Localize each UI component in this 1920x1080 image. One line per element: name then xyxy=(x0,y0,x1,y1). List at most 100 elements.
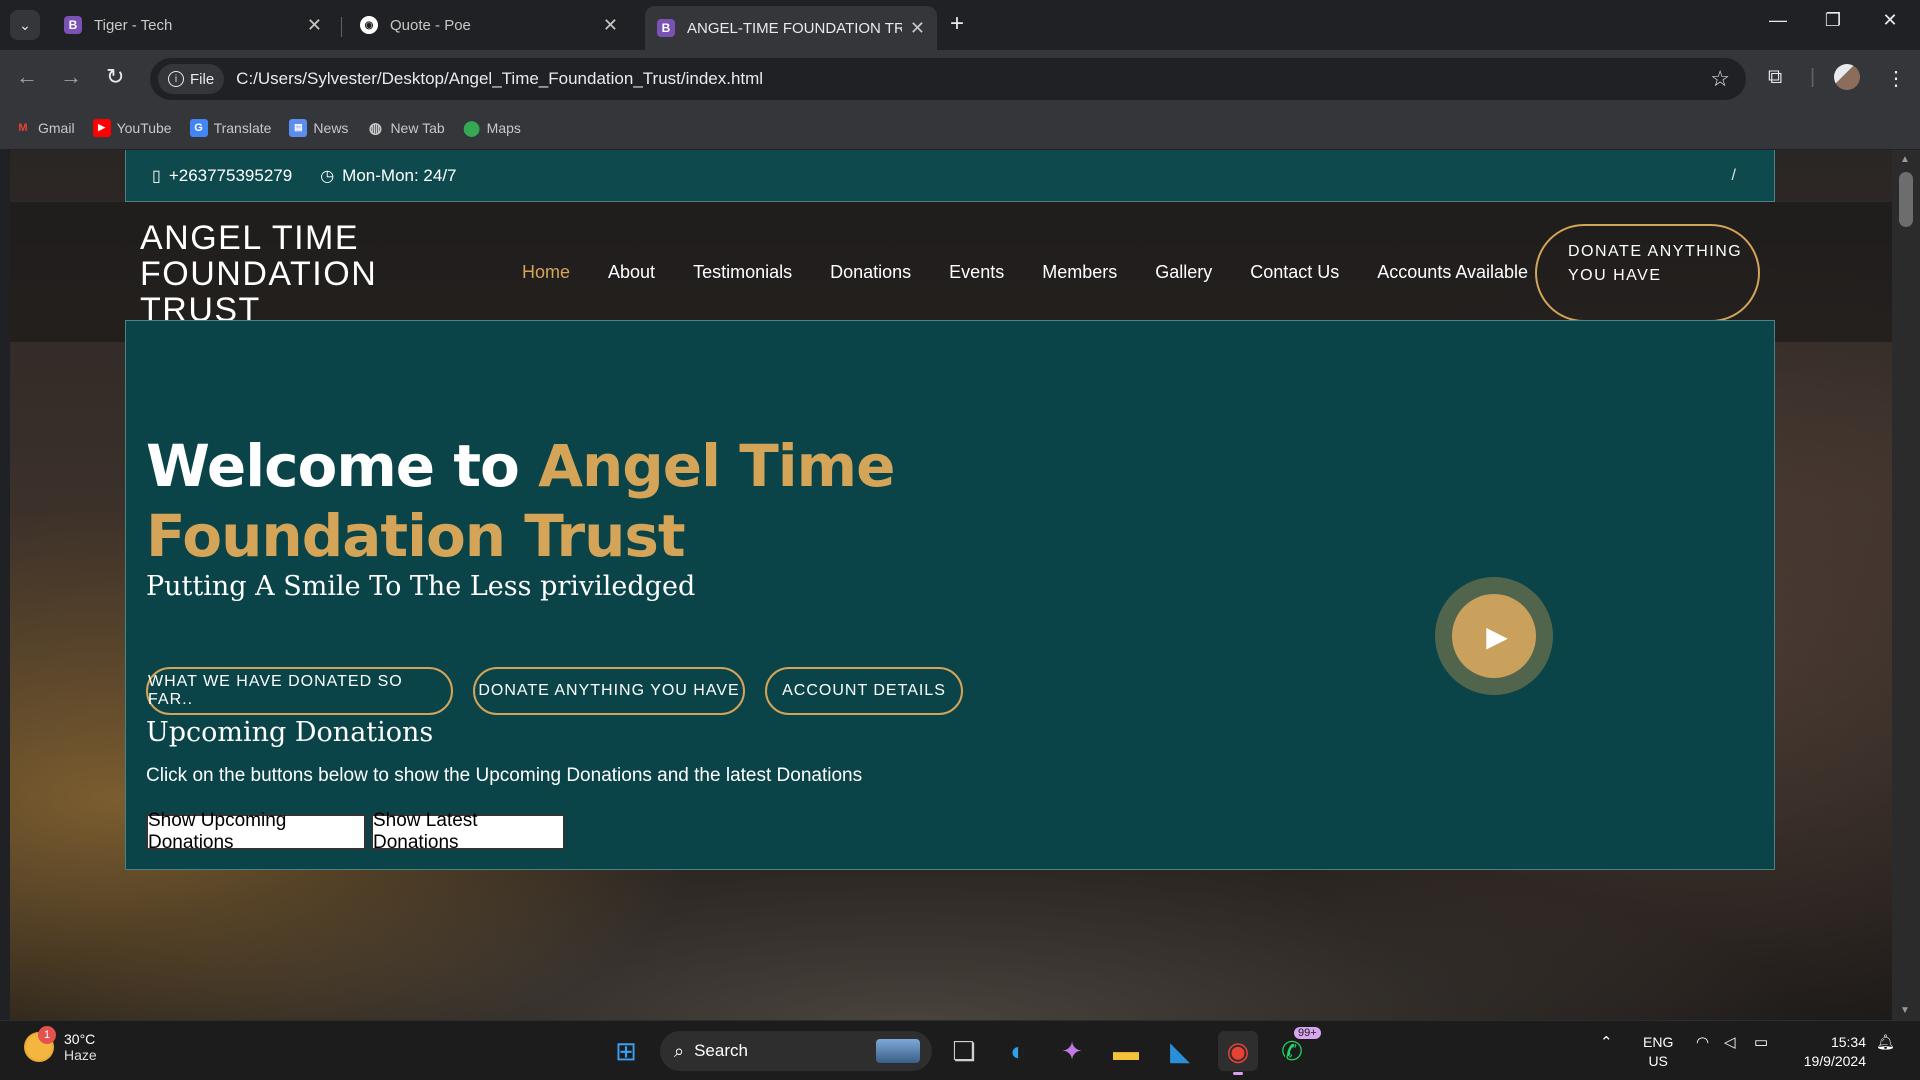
donate-nav-button[interactable]: DONATE ANYTHING YOU HAVE xyxy=(1535,224,1760,322)
tab-quote-poe[interactable]: ◉ Quote - Poe ✕ xyxy=(348,7,630,43)
menu-accounts-available[interactable]: Accounts Available xyxy=(1377,262,1528,283)
menu-members[interactable]: Members xyxy=(1042,262,1117,283)
language-indicator[interactable]: ENG US xyxy=(1643,1033,1673,1071)
bookmark-gmail[interactable]: M Gmail xyxy=(14,119,74,137)
show-upcoming-button[interactable]: Show Upcoming Donations xyxy=(146,810,366,853)
weather-widget[interactable]: 1 30°C Haze xyxy=(24,1026,97,1063)
volume-icon[interactable]: ◁ xyxy=(1724,1033,1736,1051)
extensions-icon[interactable]: ⧉ xyxy=(1768,66,1782,89)
opening-hours: Mon-Mon: 24/7 xyxy=(342,165,457,185)
site-brand-logo[interactable]: ANGEL TIME FOUNDATION TRUST xyxy=(140,220,440,328)
close-icon[interactable]: ✕ xyxy=(910,18,925,39)
close-icon[interactable]: ✕ xyxy=(603,15,618,36)
donate-anything-button[interactable]: DONATE ANYTHING YOU HAVE xyxy=(473,667,745,715)
menu-testimonials[interactable]: Testimonials xyxy=(693,262,792,283)
taskbar-search[interactable]: ⌕ Search xyxy=(660,1031,932,1071)
edge-icon[interactable]: ◐ xyxy=(998,1031,1038,1071)
vscode-icon[interactable]: ◣ xyxy=(1160,1031,1200,1071)
bookmark-news[interactable]: ▤ News xyxy=(289,118,349,137)
phone-item: ▯ +263775395279 xyxy=(152,166,292,186)
show-latest-button[interactable]: Show Latest Donations xyxy=(371,810,565,853)
browser-toolbar: ← → ↻ i File C:/Users/Sylvester/Desktop/… xyxy=(0,50,1920,106)
menu-contact-us[interactable]: Contact Us xyxy=(1250,262,1339,283)
menu-home[interactable]: Home xyxy=(522,262,570,283)
scroll-down-icon[interactable]: ▼ xyxy=(1900,1005,1910,1016)
globe-icon: ◍ xyxy=(368,119,382,137)
upcoming-donations-text: Click on the buttons below to show the U… xyxy=(146,765,863,786)
address-bar[interactable]: i File C:/Users/Sylvester/Desktop/Angel_… xyxy=(150,58,1746,100)
clock-date: 19/9/2024 xyxy=(1803,1053,1866,1069)
info-icon: i xyxy=(168,71,184,87)
bookmark-star-icon[interactable]: ☆ xyxy=(1710,66,1730,92)
close-icon[interactable]: ✕ xyxy=(307,15,322,36)
task-view-icon[interactable]: ❏ xyxy=(944,1031,984,1071)
site-info-chip[interactable]: i File xyxy=(158,64,225,94)
reload-icon[interactable]: ↻ xyxy=(106,64,124,90)
hero-title: Welcome to Angel Time Foundation Trust xyxy=(146,431,1046,571)
scroll-up-icon[interactable]: ▲ xyxy=(1900,154,1910,165)
tray-chevron-icon[interactable]: ⌃ xyxy=(1600,1033,1613,1051)
gmail-icon: M xyxy=(18,121,28,134)
bookmark-maps[interactable]: ⬤ Maps xyxy=(463,119,521,137)
wifi-icon[interactable]: ◠ xyxy=(1696,1033,1709,1051)
search-icon: ⌕ xyxy=(674,1040,685,1061)
maps-pin-icon: ⬤ xyxy=(463,119,481,137)
topbar-divider: / xyxy=(1731,166,1736,184)
bookmarks-bar: M Gmail ▶ YouTube G Translate ▤ News ◍ N… xyxy=(0,106,1920,150)
bookmark-label: Maps xyxy=(486,119,521,136)
video-play-button[interactable]: ▶ xyxy=(1435,577,1553,695)
clock-icon: ◷ xyxy=(320,167,335,185)
bookmark-label: YouTube xyxy=(116,119,172,136)
windows-start-icon[interactable]: ⊞ xyxy=(606,1031,646,1071)
window-close-icon[interactable]: ✕ xyxy=(1870,10,1910,31)
translate-icon: G xyxy=(189,118,208,137)
tab-search-button[interactable]: ⌄ xyxy=(10,10,40,40)
poe-icon: ◉ xyxy=(360,16,378,34)
weather-badge: 1 xyxy=(38,1026,56,1044)
search-highlight-image xyxy=(876,1039,920,1063)
file-explorer-icon[interactable]: ▬ xyxy=(1106,1031,1146,1071)
bookmark-label: New Tab xyxy=(390,119,445,136)
hero-tagline: Putting A Smile To The Less priviledged xyxy=(146,571,696,602)
bookmark-new-tab[interactable]: ◍ New Tab xyxy=(366,119,445,137)
running-indicator xyxy=(1233,1072,1243,1075)
restore-icon[interactable]: ❐ xyxy=(1813,10,1853,31)
bookmark-translate[interactable]: G Translate xyxy=(189,118,271,137)
system-clock[interactable]: 15:34 19/9/2024 xyxy=(1794,1033,1866,1071)
back-arrow-icon[interactable]: ← xyxy=(16,64,38,90)
tab-title: Tiger - Tech xyxy=(94,16,173,34)
scroll-thumb[interactable] xyxy=(1899,172,1913,227)
news-icon: ▤ xyxy=(289,118,308,137)
browser-tab-bar: ⌄ B Tiger - Tech ✕ ◉ Quote - Poe ✕ B ANG… xyxy=(0,0,1920,50)
url-text[interactable]: C:/Users/Sylvester/Desktop/Angel_Time_Fo… xyxy=(236,69,763,89)
weather-temp: 30°C xyxy=(64,1031,96,1047)
menu-events[interactable]: Events xyxy=(949,262,1004,283)
menu-donations[interactable]: Donations xyxy=(830,262,911,283)
weather-sun-icon: 1 xyxy=(24,1026,56,1062)
tab-title: Quote - Poe xyxy=(390,16,471,34)
youtube-icon: ▶ xyxy=(92,118,111,137)
copilot-icon[interactable]: ✦ xyxy=(1052,1031,1092,1071)
whatsapp-icon[interactable]: ✆ 99+ xyxy=(1272,1027,1321,1071)
bookmark-label: News xyxy=(313,119,349,136)
tab-tiger-tech[interactable]: B Tiger - Tech ✕ xyxy=(52,7,334,43)
tab-angel-time[interactable]: B ANGEL-TIME FOUNDATION TR ✕ xyxy=(645,6,937,50)
minimize-icon[interactable]: — xyxy=(1758,10,1798,31)
chrome-icon[interactable]: ◉ xyxy=(1218,1031,1258,1075)
weather-desc: Haze xyxy=(64,1047,97,1063)
lang-code: ENG xyxy=(1643,1034,1674,1050)
battery-icon[interactable]: ▭ xyxy=(1754,1033,1768,1051)
more-menu-icon[interactable]: ⋮ xyxy=(1886,66,1906,91)
account-details-button[interactable]: ACCOUNT DETAILS xyxy=(765,667,963,715)
donated-so-far-button[interactable]: WHAT WE HAVE DONATED SO FAR.. xyxy=(146,667,453,715)
menu-gallery[interactable]: Gallery xyxy=(1155,262,1212,283)
profile-avatar[interactable] xyxy=(1834,64,1860,90)
new-tab-button[interactable]: + xyxy=(950,10,964,38)
contact-topbar: ▯ +263775395279 ◷ Mon-Mon: 24/7 / xyxy=(125,150,1775,202)
notification-bell-icon[interactable]: 🔔︎ xyxy=(1876,1033,1895,1051)
page-scrollbar[interactable]: ▲ ▼ xyxy=(1892,150,1920,1020)
bookmark-youtube[interactable]: ▶ YouTube xyxy=(92,118,172,137)
menu-about[interactable]: About xyxy=(608,262,655,283)
forward-arrow-icon[interactable]: → xyxy=(60,64,82,90)
tab-separator xyxy=(341,17,342,37)
